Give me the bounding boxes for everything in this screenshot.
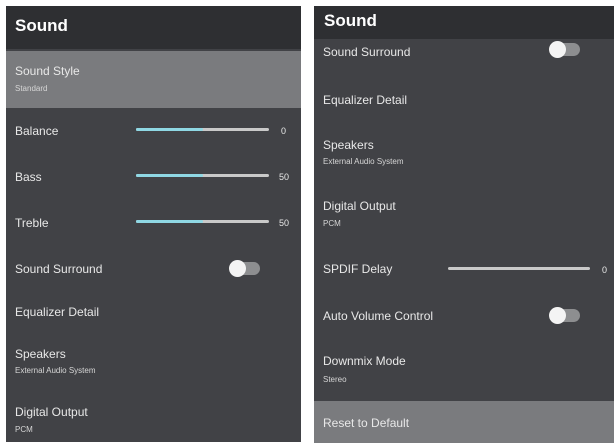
sound-style-label: Sound Style — [15, 64, 80, 78]
page-title: Sound — [15, 16, 68, 35]
downmix-mode-value: Stereo — [323, 375, 347, 384]
bass-label: Bass — [15, 170, 42, 184]
sound-style-value: Standard — [15, 84, 48, 93]
speakers-value: External Audio System — [323, 157, 404, 166]
bass-slider[interactable] — [136, 169, 269, 183]
speakers-value: External Audio System — [15, 366, 96, 375]
downmix-mode-label: Downmix Mode — [323, 354, 406, 368]
spdif-delay-slider-track — [448, 267, 590, 270]
sound-surround-label: Sound Surround — [15, 262, 103, 276]
equalizer-detail-row[interactable]: Equalizer Detail — [6, 299, 301, 325]
balance-row[interactable]: Balance 0 — [6, 118, 301, 144]
toggle-knob — [549, 41, 566, 58]
menu-header: Sound — [314, 6, 614, 39]
spdif-delay-row[interactable]: SPDIF Delay 0 — [314, 256, 614, 282]
digital-output-label: Digital Output — [323, 199, 396, 213]
digital-output-row[interactable]: Digital Output PCM — [314, 194, 614, 238]
treble-label: Treble — [15, 216, 49, 230]
speakers-row[interactable]: Speakers External Audio System — [6, 342, 301, 386]
sound-surround-row[interactable]: Sound Surround — [6, 255, 301, 281]
sound-menu-panel-right: Sound Surround Sound Equalizer Detail Sp… — [314, 6, 614, 443]
digital-output-value: PCM — [323, 219, 341, 228]
speakers-label: Speakers — [323, 138, 374, 152]
balance-slider-fill — [136, 128, 203, 131]
sound-surround-label: Sound Surround — [323, 45, 411, 59]
treble-value: 50 — [279, 218, 290, 228]
reset-to-default-row[interactable]: Reset to Default — [314, 401, 614, 443]
auto-volume-control-row[interactable]: Auto Volume Control — [314, 303, 614, 329]
toggle-knob — [229, 260, 246, 277]
downmix-mode-row[interactable]: Downmix Mode Stereo — [314, 349, 614, 393]
spdif-delay-slider[interactable] — [448, 262, 590, 276]
equalizer-detail-label: Equalizer Detail — [323, 93, 408, 107]
sound-style-row[interactable]: Sound Style Standard — [6, 51, 301, 108]
treble-slider-fill — [136, 220, 203, 223]
bass-row[interactable]: Bass 50 — [6, 164, 301, 190]
sound-surround-toggle[interactable] — [229, 260, 260, 277]
balance-value: 0 — [281, 126, 287, 136]
sound-menu-panel-left: Sound Sound Style Standard Balance 0 Bas… — [6, 6, 301, 442]
digital-output-row[interactable]: Digital Output PCM — [6, 400, 301, 442]
balance-slider[interactable] — [136, 123, 269, 137]
digital-output-label: Digital Output — [15, 405, 88, 419]
toggle-knob — [549, 307, 566, 324]
speakers-label: Speakers — [15, 347, 66, 361]
spdif-delay-label: SPDIF Delay — [323, 262, 393, 276]
bass-value: 50 — [279, 172, 290, 182]
menu-header: Sound — [6, 6, 301, 49]
auto-volume-control-toggle[interactable] — [549, 307, 580, 324]
page-title: Sound — [324, 11, 377, 30]
treble-row[interactable]: Treble 50 — [6, 210, 301, 236]
auto-volume-control-label: Auto Volume Control — [323, 309, 434, 323]
balance-label: Balance — [15, 124, 59, 138]
digital-output-value: PCM — [15, 425, 33, 434]
spdif-delay-value: 0 — [602, 265, 608, 275]
equalizer-detail-label: Equalizer Detail — [15, 305, 100, 319]
sound-surround-toggle[interactable] — [549, 41, 580, 58]
equalizer-detail-row[interactable]: Equalizer Detail — [314, 87, 614, 113]
bass-slider-fill — [136, 174, 203, 177]
treble-slider[interactable] — [136, 215, 269, 229]
sound-surround-row[interactable]: Sound Surround — [314, 39, 614, 65]
reset-to-default-label: Reset to Default — [323, 416, 410, 430]
speakers-row[interactable]: Speakers External Audio System — [314, 133, 614, 177]
